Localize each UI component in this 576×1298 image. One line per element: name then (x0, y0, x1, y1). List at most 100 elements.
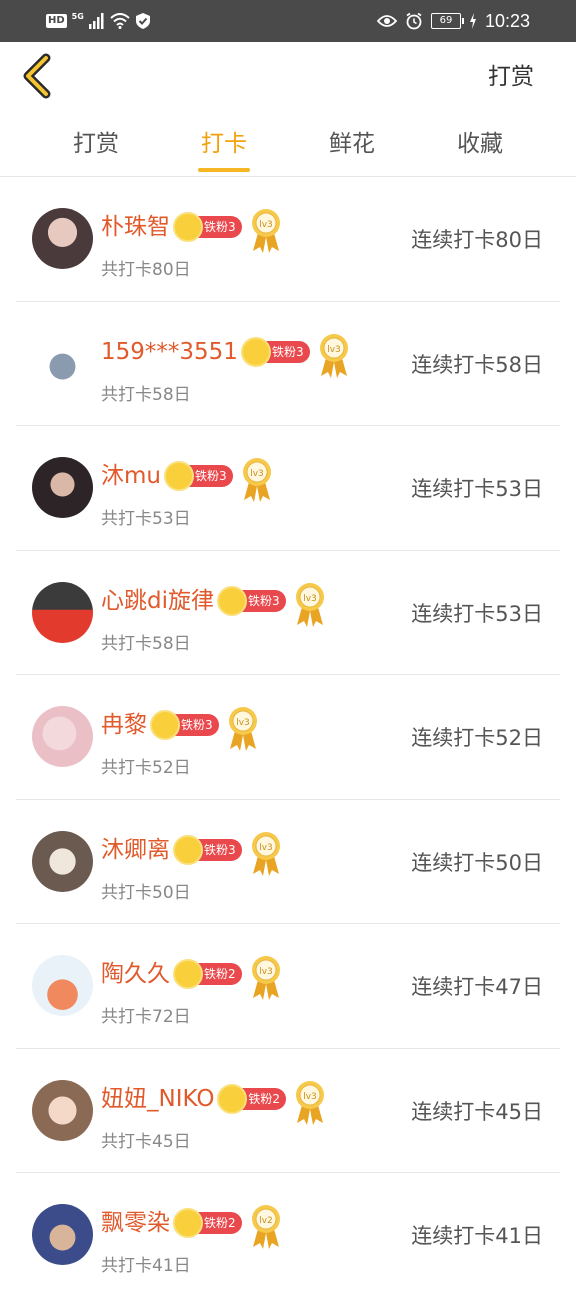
fan-badge: 铁粉3 (173, 834, 242, 865)
fan-badge: 铁粉3 (163, 461, 233, 491)
crown-icon (217, 585, 247, 616)
avatar[interactable] (32, 332, 93, 394)
tab-flowers[interactable]: 鲜花 (302, 126, 402, 162)
fan-badge: 铁粉3 (240, 336, 310, 367)
tab-favorites[interactable]: 收藏 (430, 126, 530, 162)
crown-icon (240, 336, 271, 367)
fan-badge-label: 铁粉2 (204, 1216, 236, 1230)
avatar[interactable] (32, 1204, 93, 1265)
crown-icon (173, 834, 203, 865)
reward-header-button[interactable]: 打赏 (488, 62, 534, 92)
crown-icon (163, 461, 194, 491)
avatar[interactable] (32, 955, 93, 1016)
status-time: 10:23 (484, 11, 530, 31)
level-label: lv3 (259, 843, 273, 853)
total-checkin: 共打卡53日 (101, 509, 191, 529)
total-checkin: 共打卡45日 (101, 1131, 191, 1152)
fan-badge-label: 铁粉3 (204, 220, 236, 234)
crown-icon (150, 710, 180, 740)
total-checkin: 共打卡50日 (101, 882, 191, 903)
fan-badge: 铁粉3 (150, 710, 219, 740)
level-label: lv3 (250, 469, 264, 479)
user-name[interactable]: 冉黎 (101, 710, 147, 740)
crown-icon (173, 1208, 203, 1238)
avatar[interactable] (32, 1079, 93, 1141)
status-bar-left: HD 5G (46, 11, 151, 31)
tab-reward[interactable]: 打赏 (46, 126, 146, 162)
streak-checkin: 连续打卡45日 (411, 1099, 543, 1124)
name-line: 心跳di旋律 铁粉3 lv3 (101, 579, 328, 627)
list-item[interactable]: 沐mu 铁粉3 lv3 共打卡53日 连续打卡53日 (0, 426, 576, 551)
level-label: lv3 (259, 220, 273, 230)
name-line: 妞妞_NIKO 铁粉2 lv3 (101, 1077, 328, 1125)
level-medal-icon: lv3 (251, 831, 280, 876)
active-tab-indicator (198, 168, 250, 172)
avatar[interactable] (32, 208, 93, 269)
streak-checkin: 连续打卡80日 (411, 228, 543, 252)
level-label: lv3 (236, 718, 250, 728)
fan-badge: 铁粉2 (173, 959, 242, 989)
tab-checkin-label: 打卡 (201, 131, 247, 157)
crown-icon (217, 1083, 248, 1114)
streak-checkin: 连续打卡50日 (411, 850, 543, 875)
wifi-icon (110, 13, 130, 29)
level-label: lv3 (303, 594, 317, 604)
fan-badge-label: 铁粉3 (204, 842, 236, 857)
name-line: 沐卿离 铁粉3 lv3 (101, 828, 284, 876)
user-name[interactable]: 朴珠智 (101, 212, 170, 242)
user-name[interactable]: 陶久久 (101, 959, 170, 989)
avatar[interactable] (32, 457, 93, 518)
fan-badge: 铁粉3 (217, 585, 286, 616)
list-item[interactable]: 飘零染 铁粉2 lv2 共打卡41日 连续打卡41日 (0, 1173, 576, 1298)
fan-badge-label: 铁粉3 (194, 469, 227, 483)
status-bar-right: 69 10:23 (376, 10, 530, 32)
level-medal-icon: lv3 (295, 582, 324, 627)
level-medal-icon: lv3 (296, 1080, 325, 1125)
name-line: 159***3551 铁粉3 lv3 (101, 330, 352, 378)
fan-badge: 铁粉3 (173, 212, 242, 242)
list-item[interactable]: 妞妞_NIKO 铁粉2 lv3 共打卡45日 连续打卡45日 (0, 1049, 576, 1173)
user-name[interactable]: 妞妞_NIKO (101, 1084, 214, 1114)
list-item[interactable]: 159***3551 铁粉3 lv3 共打卡58日 连续打卡58日 (0, 302, 576, 426)
avatar[interactable] (32, 581, 93, 643)
total-checkin: 共打卡80日 (101, 260, 191, 280)
list-item[interactable]: 心跳di旋律 铁粉3 lv3 共打卡58日 连续打卡53日 (0, 551, 576, 675)
user-name[interactable]: 沐卿离 (101, 835, 170, 865)
fan-badge: 铁粉2 (173, 1208, 242, 1238)
name-line: 朴珠智 铁粉3 lv3 (101, 205, 284, 253)
hd-badge: HD (46, 14, 67, 28)
eye-icon (376, 15, 397, 27)
avatar[interactable] (32, 706, 93, 767)
level-medal-icon: lv3 (251, 956, 280, 1000)
level-label: lv3 (303, 1092, 317, 1102)
chevron-left-icon (23, 53, 51, 99)
user-name[interactable]: 飘零染 (101, 1208, 170, 1238)
total-checkin: 共打卡41日 (101, 1256, 191, 1276)
level-label: lv2 (259, 1216, 273, 1226)
streak-checkin: 连续打卡47日 (411, 975, 543, 999)
total-checkin: 共打卡58日 (101, 384, 191, 405)
list-item[interactable]: 陶久久 铁粉2 lv3 共打卡72日 连续打卡47日 (0, 924, 576, 1049)
status-bar: HD 5G 69 10:23 (0, 0, 576, 42)
avatar[interactable] (32, 830, 93, 892)
back-button[interactable] (22, 52, 62, 100)
level-label: lv3 (327, 345, 341, 355)
list-item[interactable]: 沐卿离 铁粉3 lv3 共打卡50日 连续打卡50日 (0, 800, 576, 924)
total-checkin: 共打卡52日 (101, 758, 191, 778)
level-medal-icon: lv3 (228, 707, 257, 751)
streak-checkin: 连续打卡53日 (411, 601, 543, 626)
list-item[interactable]: 朴珠智 铁粉3 lv3 共打卡80日 连续打卡80日 (0, 177, 576, 302)
user-name[interactable]: 沐mu (101, 461, 161, 491)
streak-checkin: 连续打卡52日 (411, 726, 543, 750)
tab-checkin[interactable]: 打卡 (174, 126, 274, 172)
name-line: 飘零染 铁粉2 lv2 (101, 1201, 284, 1249)
battery-indicator: 69 (430, 13, 464, 29)
level-label: lv3 (259, 967, 273, 977)
level-medal-icon: lv3 (242, 458, 271, 502)
user-name[interactable]: 心跳di旋律 (101, 586, 214, 616)
user-name[interactable]: 159***3551 (101, 337, 238, 367)
total-checkin: 共打卡58日 (101, 633, 191, 654)
fan-badge-label: 铁粉3 (271, 344, 304, 359)
streak-checkin: 连续打卡58日 (411, 352, 543, 377)
list-item[interactable]: 冉黎 铁粉3 lv3 共打卡52日 连续打卡52日 (0, 675, 576, 800)
